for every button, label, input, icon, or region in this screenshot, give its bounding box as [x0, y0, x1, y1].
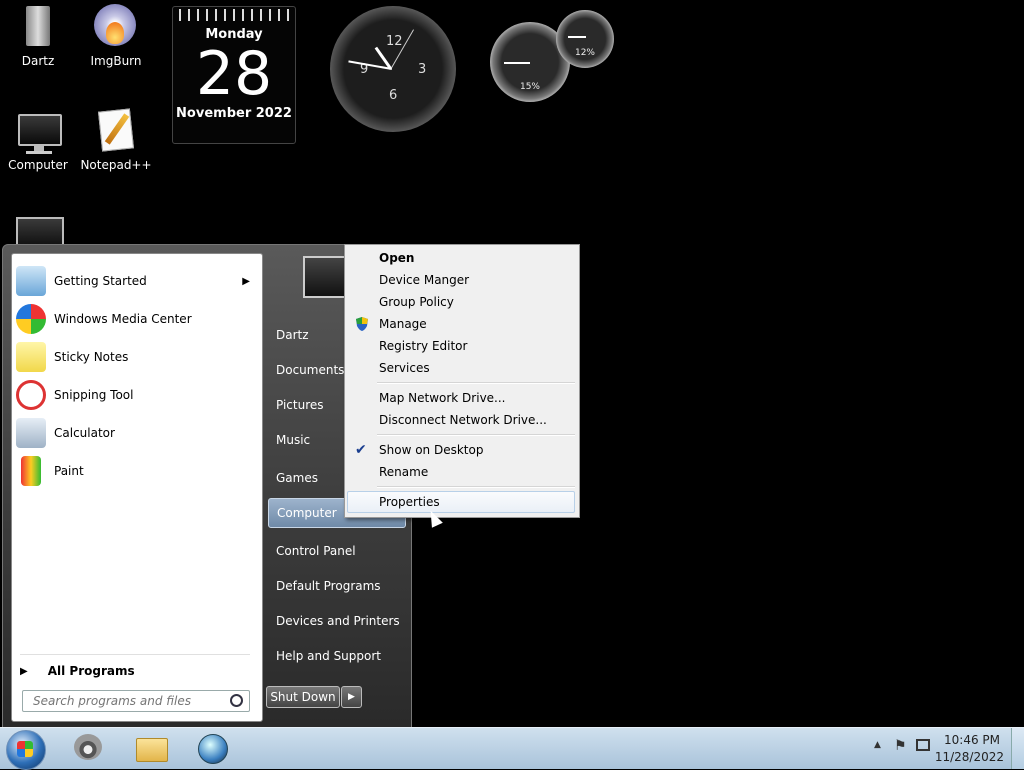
start-button[interactable]: [6, 730, 46, 770]
windows-logo-icon: [17, 741, 33, 757]
start-item-devices-and-printers[interactable]: Devices and Printers: [268, 606, 406, 636]
menu-item-show-on-desktop[interactable]: ✔ Show on Desktop: [347, 439, 575, 461]
all-programs-label: All Programs: [47, 664, 135, 678]
menu-item-map-network-drive[interactable]: Map Network Drive...: [347, 387, 575, 409]
getting-started-icon: [16, 266, 46, 296]
menu-separator: [377, 382, 575, 384]
desktop-icon-label: Dartz: [21, 54, 55, 68]
context-menu: Open Device Manger Group Policy Manage R…: [344, 244, 580, 518]
calculator-icon: [16, 418, 46, 448]
menu-item-open[interactable]: Open: [347, 247, 575, 269]
right-arrow-icon: ▶: [20, 665, 28, 677]
clock-numeral: 12: [386, 34, 403, 49]
memory-percent: 12%: [574, 48, 595, 58]
search-icon: [230, 694, 243, 707]
desktop-icon-label: ImgBurn: [90, 54, 142, 68]
menu-item-disconnect-network-drive[interactable]: Disconnect Network Drive...: [347, 409, 575, 431]
desktop-icon-label: Notepad++: [80, 158, 152, 172]
notepad-icon: [92, 108, 140, 154]
desktop-icon-label: Computer: [8, 158, 68, 172]
menu-item-properties[interactable]: Properties: [347, 491, 575, 513]
media-center-icon: [16, 304, 46, 334]
menu-item-registry-editor[interactable]: Registry Editor: [347, 335, 575, 357]
menu-separator: [377, 486, 575, 488]
program-label: Sticky Notes: [54, 350, 129, 364]
uac-shield-icon: [355, 316, 371, 332]
computer-icon: [14, 108, 62, 154]
programs-pane: Getting Started ▶ Windows Media Center S…: [11, 253, 263, 722]
calendar-month: November 2022: [176, 106, 292, 121]
menu-item-services[interactable]: Services: [347, 357, 575, 379]
checkmark-icon: ✔: [355, 442, 367, 458]
program-label: Getting Started: [54, 274, 147, 288]
shutdown-options-button[interactable]: ▶: [341, 686, 362, 708]
desktop-icon-computer[interactable]: Computer: [0, 108, 76, 172]
menu-item-label: Manage: [379, 317, 427, 331]
start-item-help-and-support[interactable]: Help and Support: [268, 641, 406, 671]
program-calculator[interactable]: Calculator: [16, 416, 256, 450]
calendar-gadget: Monday 28 November 2022: [172, 6, 296, 144]
taskbar-browser[interactable]: [196, 732, 230, 764]
shutdown-button[interactable]: Shut Down: [266, 686, 340, 708]
desktop-icon-notepadpp[interactable]: Notepad++: [78, 108, 154, 172]
folder-icon: [14, 4, 62, 50]
menu-item-label: Show on Desktop: [379, 443, 484, 457]
partial-desktop-icon: [16, 217, 64, 245]
calendar-date: 28: [195, 39, 273, 109]
gauge-needle: [504, 62, 530, 64]
program-sticky-notes[interactable]: Sticky Notes: [16, 340, 256, 374]
desktop-icon-dartz[interactable]: Dartz: [0, 4, 76, 68]
program-getting-started[interactable]: Getting Started ▶: [16, 264, 256, 298]
all-programs-button[interactable]: ▶ All Programs: [20, 654, 250, 683]
submenu-arrow-icon: ▶: [242, 275, 250, 287]
taskbar-raccoon-app[interactable]: [72, 732, 106, 764]
explorer-folder-icon: [136, 738, 168, 762]
scissors-icon: [16, 380, 46, 410]
menu-item-rename[interactable]: Rename: [347, 461, 575, 483]
sticky-notes-icon: [16, 342, 46, 372]
search-input[interactable]: [31, 693, 225, 709]
chevron-right-icon: ▶: [348, 692, 355, 702]
show-desktop-button[interactable]: [1011, 728, 1024, 769]
globe-icon: [198, 734, 228, 764]
paint-icon: [21, 456, 41, 486]
program-windows-media-center[interactable]: Windows Media Center: [16, 302, 256, 336]
clock-numeral: 6: [389, 88, 398, 103]
menu-separator: [377, 434, 575, 436]
memory-gauge: 12%: [556, 10, 614, 68]
taskbar-windows-explorer[interactable]: [134, 732, 168, 764]
clock-gadget: 12 3 6 9: [330, 6, 456, 132]
disc-burn-icon: [92, 4, 140, 50]
raccoon-app-icon: [74, 734, 102, 760]
cpu-percent: 15%: [519, 82, 540, 92]
program-label: Snipping Tool: [54, 388, 134, 402]
start-item-control-panel[interactable]: Control Panel: [268, 536, 406, 566]
calendar-rings: [179, 9, 289, 21]
program-label: Windows Media Center: [54, 312, 192, 326]
clock-time[interactable]: 10:46 PM: [944, 733, 1000, 747]
start-item-default-programs[interactable]: Default Programs: [268, 571, 406, 601]
system-tray: ▲ ⚑ 10:46 PM 11/28/2022: [864, 728, 1024, 769]
clock-numeral: 3: [418, 62, 427, 77]
show-hidden-icons-arrow-icon[interactable]: ▲: [874, 740, 881, 750]
menu-item-group-policy[interactable]: Group Policy: [347, 291, 575, 313]
action-center-flag-icon[interactable]: ⚑: [894, 738, 907, 754]
network-icon[interactable]: [916, 739, 930, 751]
clock-date[interactable]: 11/28/2022: [935, 750, 1004, 764]
program-label: Paint: [54, 464, 84, 478]
program-label: Calculator: [54, 426, 115, 440]
program-snipping-tool[interactable]: Snipping Tool: [16, 378, 256, 412]
taskbar: ▲ ⚑ 10:46 PM 11/28/2022: [0, 727, 1024, 770]
desktop-icon-imgburn[interactable]: ImgBurn: [78, 4, 154, 68]
menu-item-manage[interactable]: Manage: [347, 313, 575, 335]
search-box[interactable]: [22, 690, 250, 712]
program-paint[interactable]: Paint: [16, 454, 256, 488]
gauge-needle: [568, 36, 586, 38]
menu-item-device-manager[interactable]: Device Manger: [347, 269, 575, 291]
